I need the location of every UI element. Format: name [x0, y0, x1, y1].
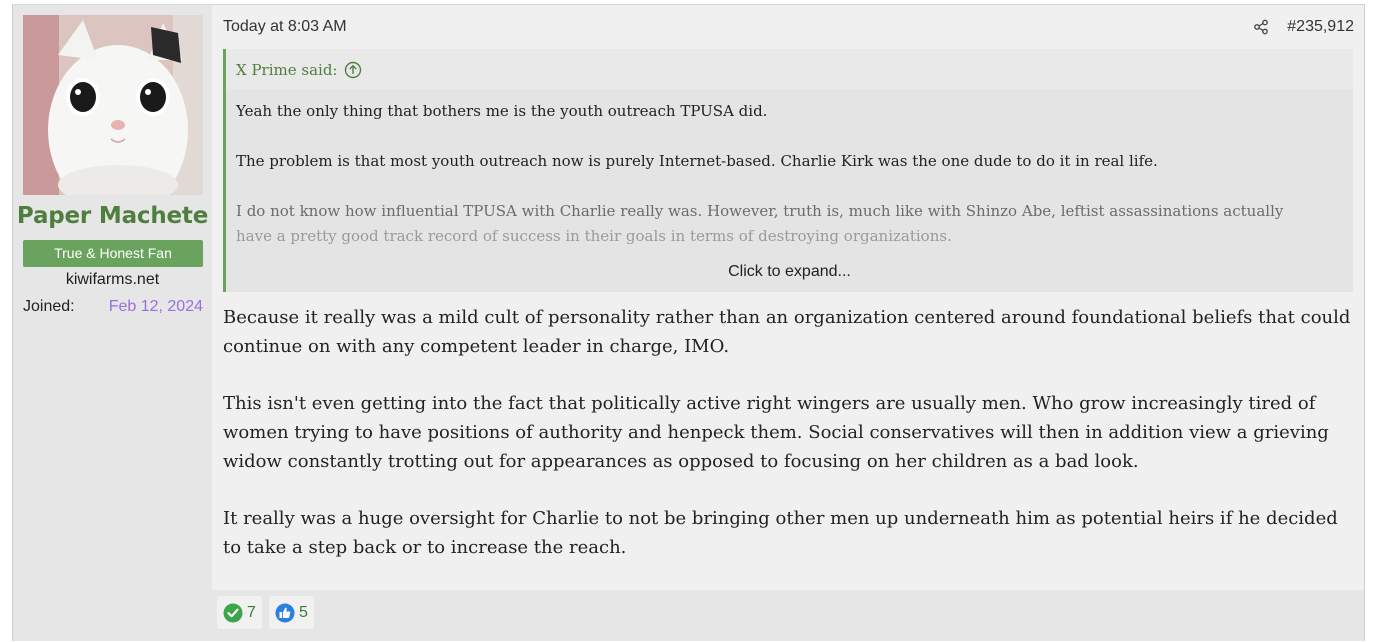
reaction-check[interactable]: 7: [217, 596, 262, 629]
quote-body: Yeah the only thing that bothers me is t…: [236, 99, 1333, 249]
thumbs-up-reaction-icon: [275, 603, 295, 623]
quote-author-label[interactable]: X Prime said:: [236, 61, 337, 79]
joined-date: Feb 12, 2024: [108, 298, 203, 315]
post-number[interactable]: #235,912: [1287, 18, 1354, 36]
share-icon[interactable]: [1253, 19, 1269, 35]
post-date[interactable]: Today at 8:03 AM: [223, 18, 347, 36]
post-meta: #235,912: [1253, 18, 1354, 36]
quote-paragraph: Yeah the only thing that bothers me is t…: [236, 102, 768, 120]
quote-paragraph: I do not know how influential TPUSA with…: [236, 202, 1284, 220]
quote-author[interactable]: X Prime said:: [236, 61, 362, 79]
user-site: kiwifarms.net: [65, 271, 160, 288]
message-paragraph: This isn't even getting into the fact th…: [223, 393, 1329, 472]
reaction-count: 5: [299, 603, 308, 621]
post-main: Today at 8:03 AM #235,912 X Prime said:: [212, 5, 1364, 590]
quote-paragraph: The problem is that most youth outreach …: [236, 152, 1158, 170]
post-footer: 7 5: [212, 590, 1364, 642]
reaction-like[interactable]: 5: [269, 596, 314, 629]
username[interactable]: Paper Machete: [13, 203, 212, 229]
arrow-up-circle-icon[interactable]: [344, 61, 362, 79]
avatar[interactable]: [23, 15, 203, 195]
check-reaction-icon: [223, 603, 243, 623]
quote-paragraph-faded: have a pretty good track record of succe…: [236, 227, 952, 245]
message-paragraph: It really was a huge oversight for Charl…: [223, 508, 1338, 558]
forum-post: Paper Machete True & Honest Fan kiwifarm…: [12, 4, 1365, 641]
joined-label: Joined:: [23, 298, 75, 315]
user-joined: Joined: Feb 12, 2024: [23, 298, 203, 316]
click-to-expand-link[interactable]: Click to expand...: [226, 263, 1353, 281]
quote-header: X Prime said:: [226, 49, 1353, 89]
user-title-badge: True & Honest Fan: [23, 240, 203, 267]
message-paragraph: Because it really was a mild cult of per…: [223, 307, 1351, 357]
user-sidebar: Paper Machete True & Honest Fan kiwifarm…: [13, 5, 212, 641]
reaction-count: 7: [247, 603, 256, 621]
quote-block: X Prime said: Yeah the only thing that b…: [223, 49, 1353, 292]
message-body: Because it really was a mild cult of per…: [223, 303, 1353, 590]
